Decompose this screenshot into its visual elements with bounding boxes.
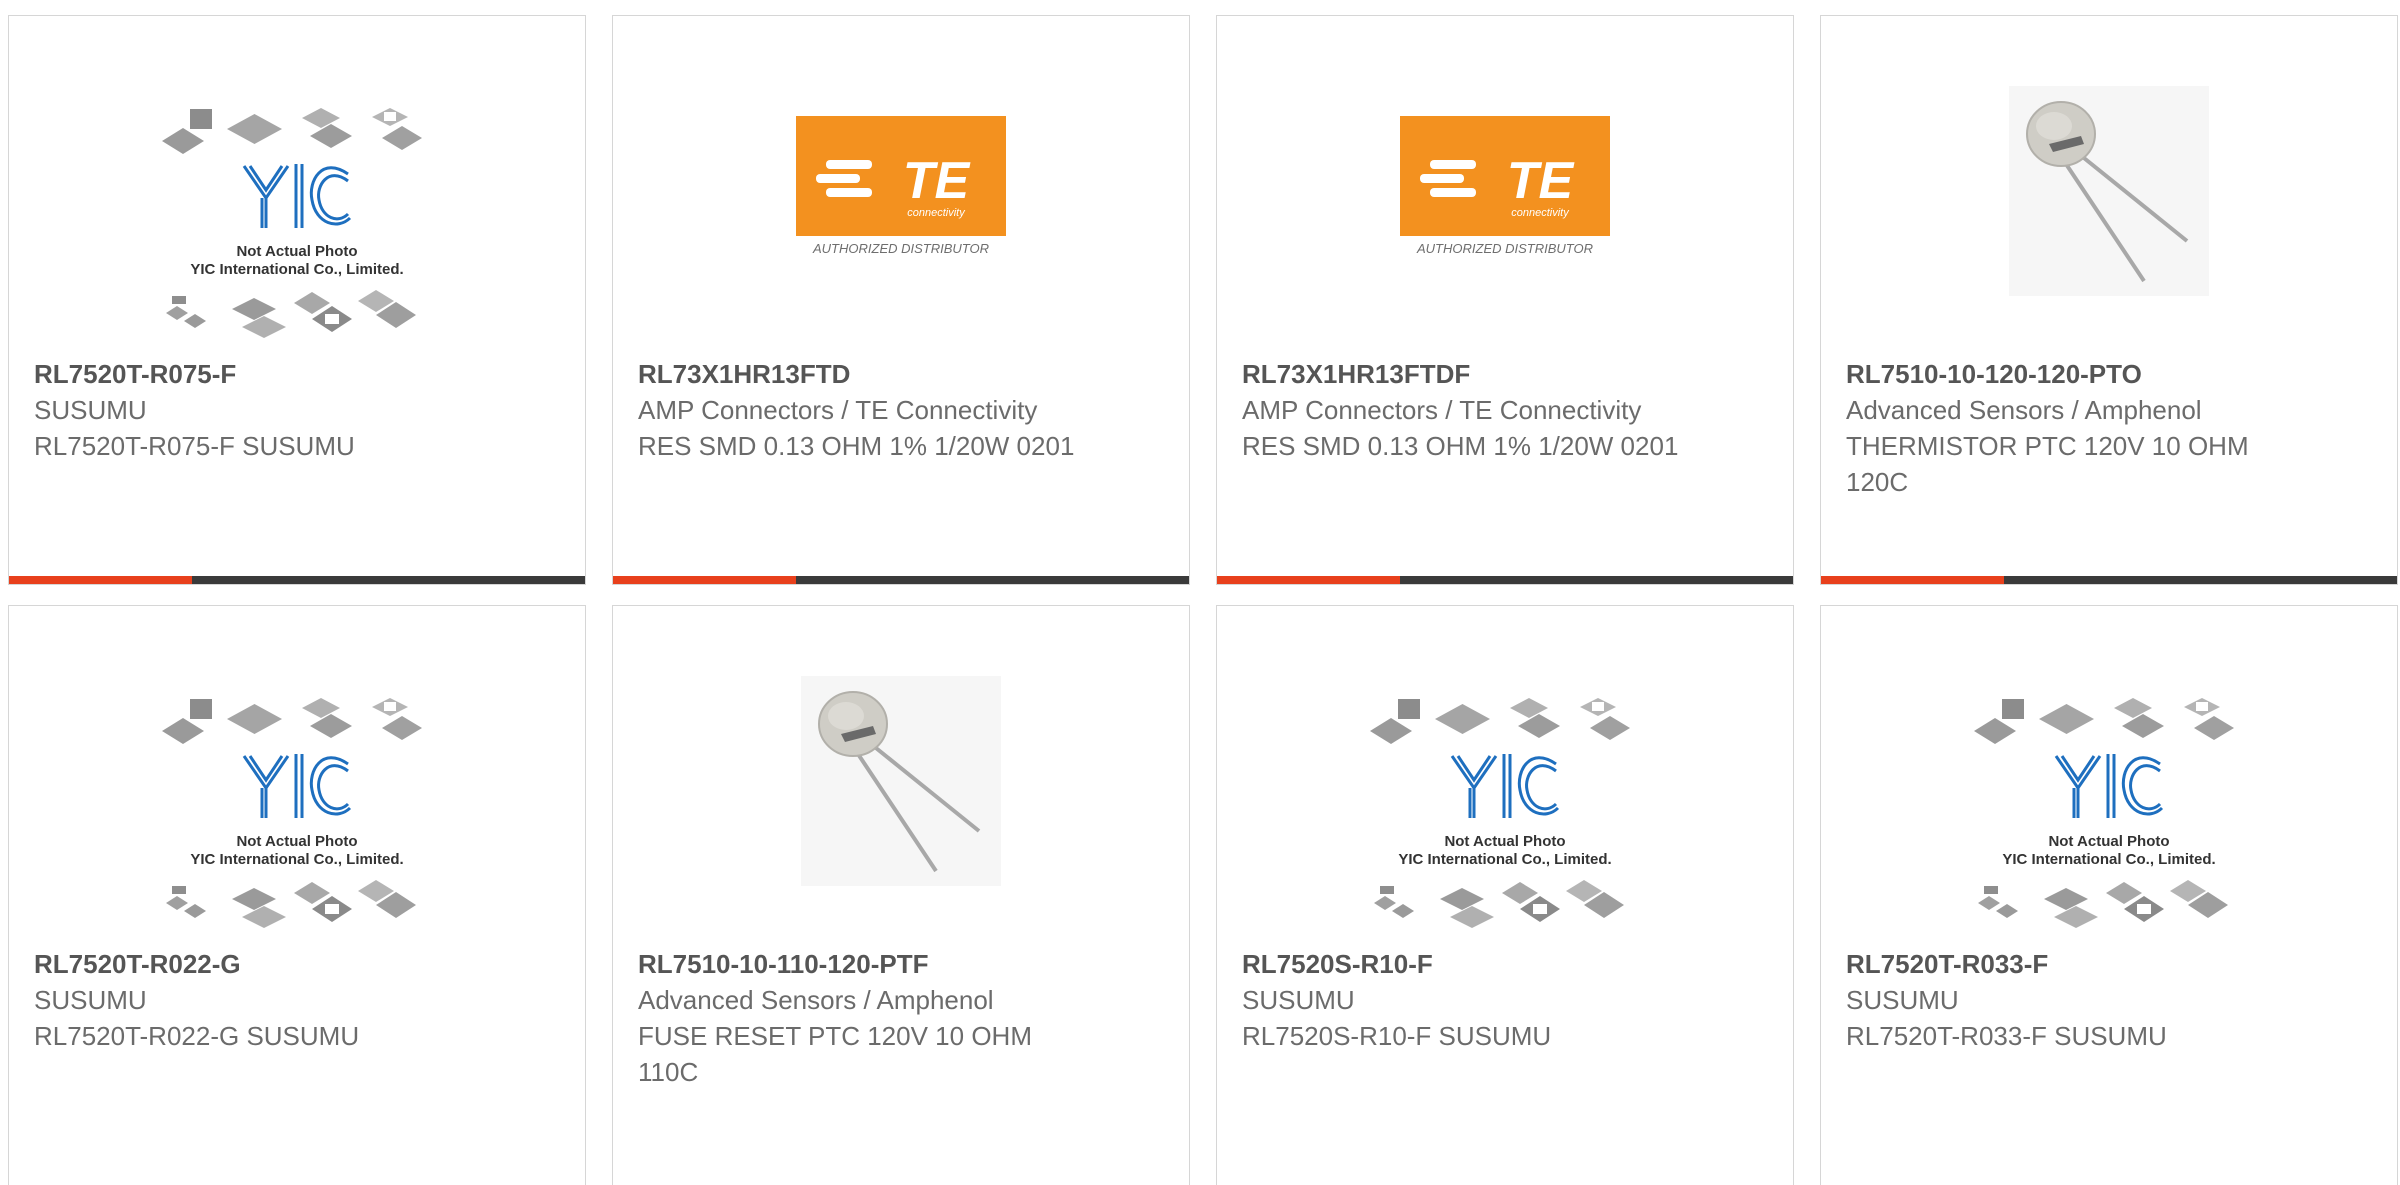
yic-placeholder-image: Not Actual Photo YIC International Co., …: [1974, 698, 2234, 928]
svg-text:YIC International Co., Limited: YIC International Co., Limited.: [2002, 851, 2215, 868]
manufacturer-name: AMP Connectors / TE Connectivity: [1242, 395, 1642, 425]
manufacturer-name: SUSUMU: [34, 395, 147, 425]
card-accent-bar: [613, 576, 1189, 584]
product-image[interactable]: TE connectivity AUTHORIZED DISTRIBUTOR: [613, 116, 1189, 381]
svg-text:connectivity: connectivity: [907, 207, 966, 219]
product-description: THERMISTOR PTC 120V 10 OHM 120C: [1846, 431, 2249, 497]
yic-placeholder-image: Not Actual Photo YIC International Co., …: [162, 698, 422, 928]
card-accent-bar: [1821, 576, 2397, 584]
product-grid: Not Actual Photo YIC International Co., …: [0, 0, 2400, 1185]
product-card[interactable]: Not Actual Photo YIC International Co., …: [8, 15, 586, 585]
te-logo-image: TE connectivity AUTHORIZED DISTRIBUTOR: [1400, 116, 1610, 256]
product-description: RES SMD 0.13 OHM 1% 1/20W 0201: [1242, 431, 1679, 461]
product-description: RL7520S-R10-F SUSUMU: [1242, 1021, 1552, 1051]
part-number-link[interactable]: RL73X1HR13FTD: [638, 356, 1078, 392]
product-image[interactable]: Not Actual Photo YIC International Co., …: [1217, 696, 1793, 961]
product-description: RES SMD 0.13 OHM 1% 1/20W 0201: [638, 431, 1075, 461]
manufacturer-name: SUSUMU: [34, 985, 147, 1015]
svg-text:Not Actual Photo: Not Actual Photo: [236, 833, 357, 850]
product-card[interactable]: RL7510-10-120-120-PTO Advanced Sensors /…: [1820, 15, 2398, 585]
svg-text:TE: TE: [1507, 152, 1575, 210]
product-info: RL7520T-R075-F SUSUMU RL7520T-R075-F SUS…: [34, 356, 474, 464]
part-number-link[interactable]: RL7520T-R075-F: [34, 356, 474, 392]
card-accent-bar: [1217, 576, 1793, 584]
svg-text:connectivity: connectivity: [1511, 207, 1570, 219]
product-info: RL7510-10-120-120-PTO Advanced Sensors /…: [1846, 356, 2286, 500]
manufacturer-name: Advanced Sensors / Amphenol: [638, 985, 994, 1015]
product-card[interactable]: Not Actual Photo YIC International Co., …: [1820, 605, 2398, 1185]
product-info: RL7510-10-110-120-PTF Advanced Sensors /…: [638, 946, 1078, 1090]
svg-text:Not Actual Photo: Not Actual Photo: [1444, 833, 1565, 850]
manufacturer-name: SUSUMU: [1846, 985, 1959, 1015]
part-number-link[interactable]: RL7520T-R033-F: [1846, 946, 2286, 982]
accent-segment: [9, 576, 192, 584]
product-description: RL7520T-R022-G SUSUMU: [34, 1021, 360, 1051]
te-logo-image: TE connectivity AUTHORIZED DISTRIBUTOR: [796, 116, 1006, 256]
svg-text:YIC International Co., Limited: YIC International Co., Limited.: [190, 261, 403, 278]
svg-text:AUTHORIZED DISTRIBUTOR: AUTHORIZED DISTRIBUTOR: [812, 241, 989, 256]
product-image[interactable]: Not Actual Photo YIC International Co., …: [9, 106, 585, 371]
product-image[interactable]: [613, 676, 1189, 941]
product-info: RL73X1HR13FTD AMP Connectors / TE Connec…: [638, 356, 1078, 464]
product-card[interactable]: TE connectivity AUTHORIZED DISTRIBUTOR R…: [1216, 15, 1794, 585]
product-image[interactable]: Not Actual Photo YIC International Co., …: [1821, 696, 2397, 961]
product-card[interactable]: TE connectivity AUTHORIZED DISTRIBUTOR R…: [612, 15, 1190, 585]
product-description: RL7520T-R075-F SUSUMU: [34, 431, 355, 461]
product-info: RL7520T-R033-F SUSUMU RL7520T-R033-F SUS…: [1846, 946, 2286, 1054]
accent-segment: [1821, 576, 2004, 584]
svg-text:Not Actual Photo: Not Actual Photo: [2048, 833, 2169, 850]
product-info: RL7520T-R022-G SUSUMU RL7520T-R022-G SUS…: [34, 946, 474, 1054]
svg-text:Not Actual Photo: Not Actual Photo: [236, 243, 357, 260]
manufacturer-name: SUSUMU: [1242, 985, 1355, 1015]
thermistor-image: [801, 676, 1001, 886]
card-accent-bar: [9, 576, 585, 584]
product-description: FUSE RESET PTC 120V 10 OHM 110C: [638, 1021, 1032, 1087]
product-description: RL7520T-R033-F SUSUMU: [1846, 1021, 2167, 1051]
svg-text:AUTHORIZED DISTRIBUTOR: AUTHORIZED DISTRIBUTOR: [1416, 241, 1593, 256]
accent-segment: [1217, 576, 1400, 584]
part-number-link[interactable]: RL7510-10-110-120-PTF: [638, 946, 1078, 982]
svg-text:TE: TE: [903, 152, 971, 210]
part-number-link[interactable]: RL7520S-R10-F: [1242, 946, 1682, 982]
product-info: RL73X1HR13FTDF AMP Connectors / TE Conne…: [1242, 356, 1682, 464]
product-image[interactable]: Not Actual Photo YIC International Co., …: [9, 696, 585, 961]
product-image[interactable]: [1821, 86, 2397, 351]
yic-placeholder-image: Not Actual Photo YIC International Co., …: [1370, 698, 1630, 928]
product-card[interactable]: RL7510-10-110-120-PTF Advanced Sensors /…: [612, 605, 1190, 1185]
product-card[interactable]: Not Actual Photo YIC International Co., …: [8, 605, 586, 1185]
part-number-link[interactable]: RL73X1HR13FTDF: [1242, 356, 1682, 392]
part-number-link[interactable]: RL7510-10-120-120-PTO: [1846, 356, 2286, 392]
manufacturer-name: AMP Connectors / TE Connectivity: [638, 395, 1038, 425]
product-info: RL7520S-R10-F SUSUMU RL7520S-R10-F SUSUM…: [1242, 946, 1682, 1054]
svg-text:YIC International Co., Limited: YIC International Co., Limited.: [190, 851, 403, 868]
manufacturer-name: Advanced Sensors / Amphenol: [1846, 395, 2202, 425]
yic-placeholder-image: Not Actual Photo YIC International Co., …: [162, 108, 422, 338]
product-card[interactable]: Not Actual Photo YIC International Co., …: [1216, 605, 1794, 1185]
accent-segment: [613, 576, 796, 584]
svg-text:YIC International Co., Limited: YIC International Co., Limited.: [1398, 851, 1611, 868]
part-number-link[interactable]: RL7520T-R022-G: [34, 946, 474, 982]
thermistor-image: [2009, 86, 2209, 296]
product-image[interactable]: TE connectivity AUTHORIZED DISTRIBUTOR: [1217, 116, 1793, 381]
